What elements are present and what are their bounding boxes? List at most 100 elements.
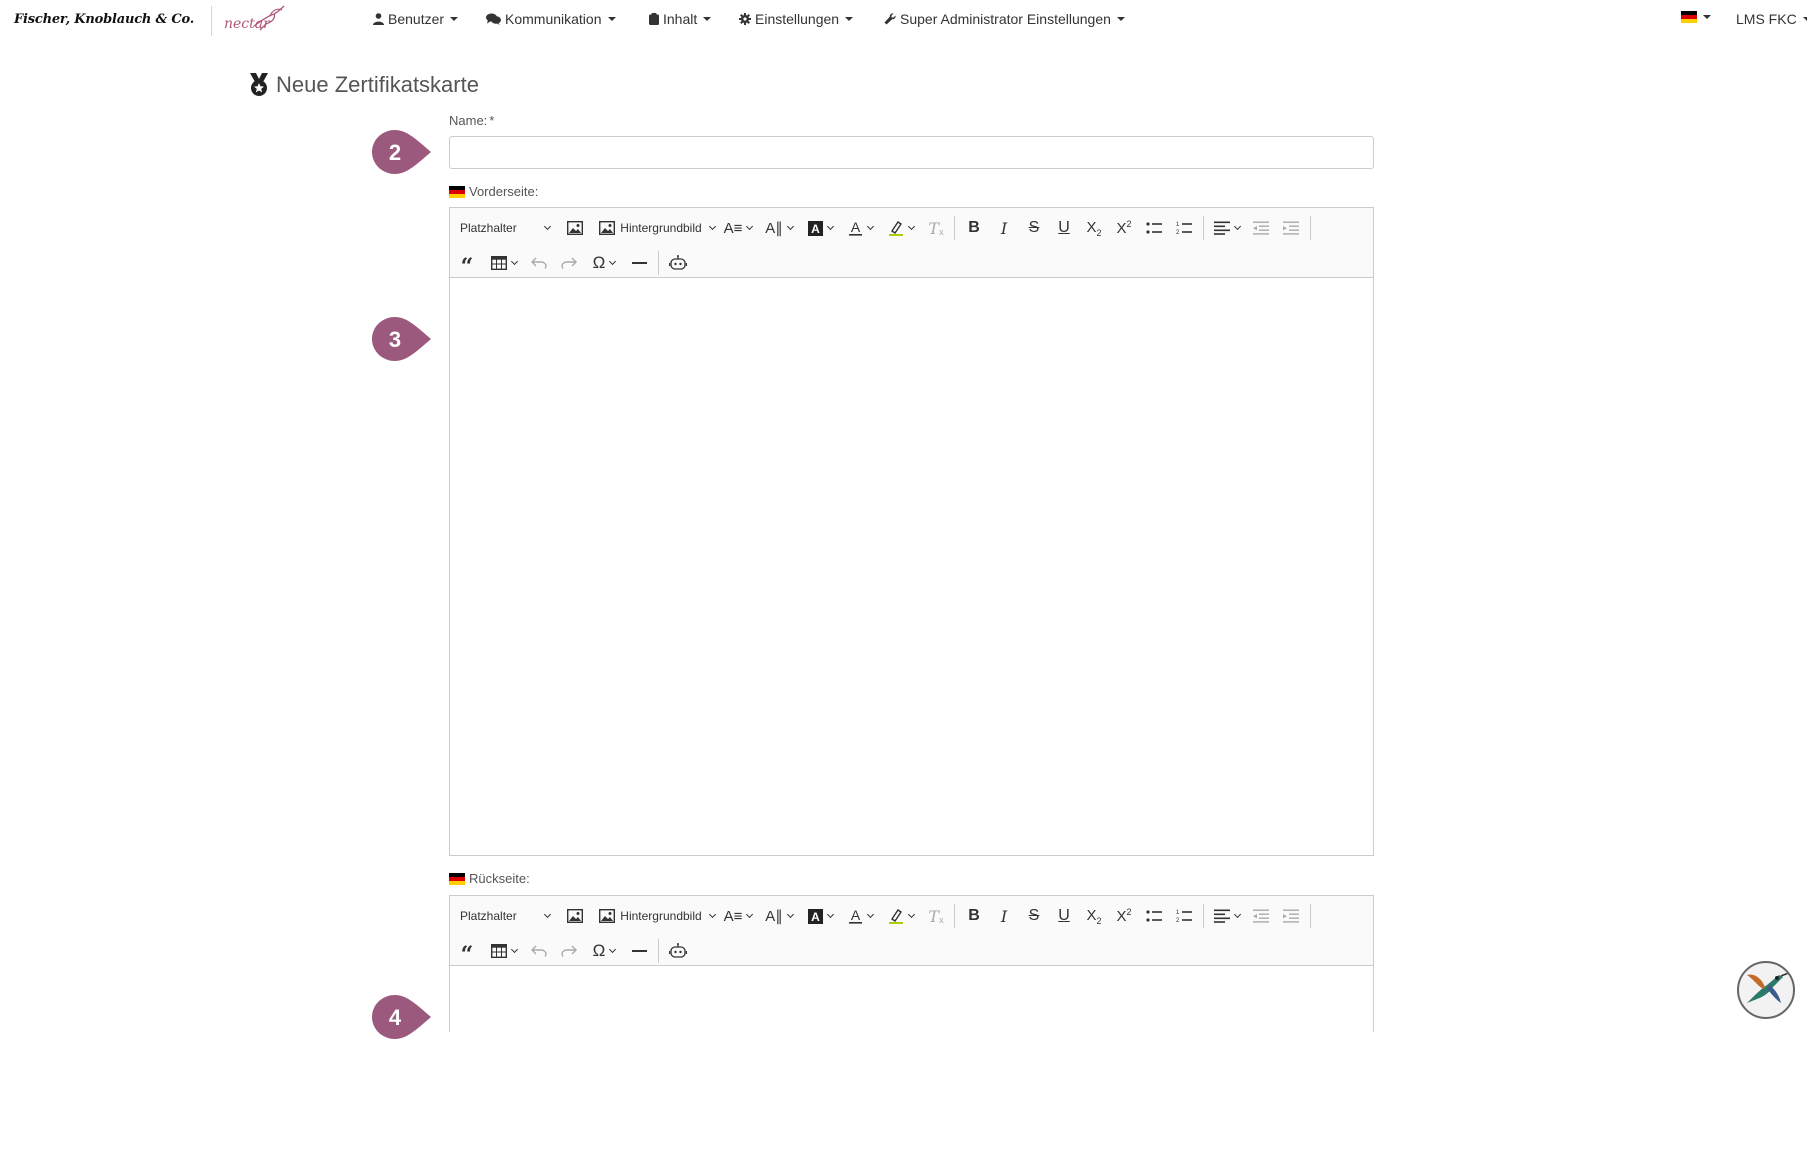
superscript-button[interactable]: X2: [1109, 214, 1139, 242]
image-icon: [567, 221, 583, 235]
nav-super-admin-einstellungen[interactable]: Super Administrator Einstellungen: [884, 11, 1125, 27]
nectar-logo[interactable]: nectar: [222, 4, 288, 36]
special-characters-dropdown[interactable]: Ω: [584, 937, 624, 965]
highlight-dropdown[interactable]: [880, 902, 922, 930]
back-editor-content[interactable]: [450, 966, 1373, 1031]
insert-table-dropdown[interactable]: [484, 937, 524, 965]
indent-button[interactable]: [1276, 902, 1306, 930]
indent-button[interactable]: [1276, 214, 1306, 242]
text-align-dropdown[interactable]: [1208, 902, 1246, 930]
numbered-list-button[interactable]: 12: [1169, 214, 1199, 242]
chevron-down-icon: [1233, 910, 1242, 919]
background-image-dropdown[interactable]: Hintergrundbild: [590, 902, 718, 930]
font-color-icon: A: [848, 220, 862, 236]
underline-icon: U: [1058, 907, 1070, 924]
front-rich-text-editor: Platzhalter Hintergrundbild A≡ A∥ A A Tx: [449, 207, 1374, 856]
highlighter-icon: [889, 909, 903, 924]
background-color-dropdown[interactable]: A: [800, 214, 840, 242]
text-align-dropdown[interactable]: [1208, 214, 1246, 242]
front-editor-content[interactable]: [450, 278, 1373, 855]
company-logo[interactable]: Fischer, Knoblauch & Co.: [14, 12, 194, 27]
undo-button[interactable]: [524, 937, 554, 965]
bulleted-list-icon: [1146, 910, 1162, 922]
top-navbar: Fischer, Knoblauch & Co. nectar Benutzer…: [0, 0, 1807, 40]
chevron-down-icon: [609, 257, 617, 266]
outdent-button[interactable]: [1246, 902, 1276, 930]
undo-button[interactable]: [524, 249, 554, 277]
table-icon: [491, 256, 507, 270]
front-label: Vorderseite:: [449, 184, 538, 199]
italic-button[interactable]: I: [989, 214, 1019, 242]
horizontal-line-button[interactable]: [624, 249, 654, 277]
toolbar-separator: [1203, 904, 1204, 928]
italic-button[interactable]: I: [989, 902, 1019, 930]
font-color-dropdown[interactable]: A: [840, 902, 880, 930]
insert-table-dropdown[interactable]: [484, 249, 524, 277]
blockquote-button[interactable]: “: [450, 937, 484, 968]
background-image-dropdown[interactable]: Hintergrundbild: [590, 214, 718, 242]
language-switcher[interactable]: [1681, 11, 1711, 23]
nav-inhalt[interactable]: Inhalt: [649, 11, 712, 27]
outdent-button[interactable]: [1246, 214, 1276, 242]
superscript-button[interactable]: X2: [1109, 902, 1139, 930]
strikethrough-button[interactable]: S: [1019, 214, 1049, 242]
blockquote-icon: “: [460, 942, 474, 968]
assistant-avatar-button[interactable]: [1737, 961, 1795, 1019]
special-characters-dropdown[interactable]: Ω: [584, 249, 624, 277]
placeholder-dropdown[interactable]: Platzhalter: [450, 902, 560, 930]
chevron-down-icon: [708, 910, 716, 919]
align-left-icon: [1214, 221, 1230, 235]
back-rich-text-editor: Platzhalter Hintergrundbild A≡ A∥ A A Tx: [449, 895, 1374, 1032]
redo-button[interactable]: [554, 249, 584, 277]
bold-button[interactable]: B: [959, 902, 989, 930]
back-editor-toolbar: Platzhalter Hintergrundbild A≡ A∥ A A Tx: [450, 896, 1373, 966]
font-size-dropdown[interactable]: A∥: [758, 902, 800, 930]
hummingbird-logo-icon: [253, 5, 285, 31]
underline-button[interactable]: U: [1049, 214, 1079, 242]
redo-button[interactable]: [554, 937, 584, 965]
svg-text:2: 2: [1176, 918, 1180, 923]
nav-kommunikation[interactable]: Kommunikation: [486, 11, 616, 27]
numbered-list-button[interactable]: 12: [1169, 902, 1199, 930]
font-size-dropdown[interactable]: A∥: [758, 214, 800, 242]
subscript-icon: X2: [1086, 218, 1102, 238]
subscript-button[interactable]: X2: [1079, 214, 1109, 242]
highlight-dropdown[interactable]: [880, 214, 922, 242]
underline-button[interactable]: U: [1049, 902, 1079, 930]
font-family-dropdown[interactable]: A≡: [718, 902, 758, 930]
insert-image-button[interactable]: [560, 902, 590, 930]
bold-button[interactable]: B: [959, 214, 989, 242]
ai-assistant-button[interactable]: [663, 937, 693, 965]
placeholder-dropdown[interactable]: Platzhalter: [450, 214, 560, 242]
remove-format-icon: T: [928, 906, 940, 926]
background-color-dropdown[interactable]: A: [800, 902, 840, 930]
remove-format-button[interactable]: Tx: [922, 214, 950, 242]
bulleted-list-button[interactable]: [1139, 214, 1169, 242]
account-menu[interactable]: LMS FKC: [1736, 11, 1807, 27]
horizontal-line-button[interactable]: [624, 937, 654, 965]
brand-divider: [211, 6, 212, 36]
strikethrough-button[interactable]: S: [1019, 902, 1049, 930]
caret-down-icon: [1802, 17, 1807, 21]
nav-einstellungen-label: Einstellungen: [755, 11, 840, 27]
italic-icon: I: [1000, 906, 1008, 926]
ai-assistant-button[interactable]: [663, 249, 693, 277]
font-color-dropdown[interactable]: A: [840, 214, 880, 242]
remove-format-button[interactable]: Tx: [922, 902, 950, 930]
font-family-dropdown[interactable]: A≡: [718, 214, 758, 242]
step-marker-2-label: 2: [389, 140, 401, 165]
name-input[interactable]: [449, 136, 1374, 169]
subscript-button[interactable]: X2: [1079, 902, 1109, 930]
nav-benutzer[interactable]: Benutzer: [373, 11, 459, 27]
step-marker-4-label: 4: [389, 1005, 402, 1030]
insert-image-button[interactable]: [560, 214, 590, 242]
bulleted-list-button[interactable]: [1139, 902, 1169, 930]
robot-icon: [669, 943, 687, 958]
svg-text:A: A: [811, 910, 820, 924]
image-icon: [599, 909, 616, 923]
blockquote-button[interactable]: “: [450, 249, 484, 278]
background-image-label: Hintergrundbild: [620, 221, 702, 235]
svg-text:A: A: [811, 222, 820, 236]
nav-einstellungen[interactable]: Einstellungen: [739, 11, 854, 27]
toolbar-separator: [1310, 904, 1311, 928]
